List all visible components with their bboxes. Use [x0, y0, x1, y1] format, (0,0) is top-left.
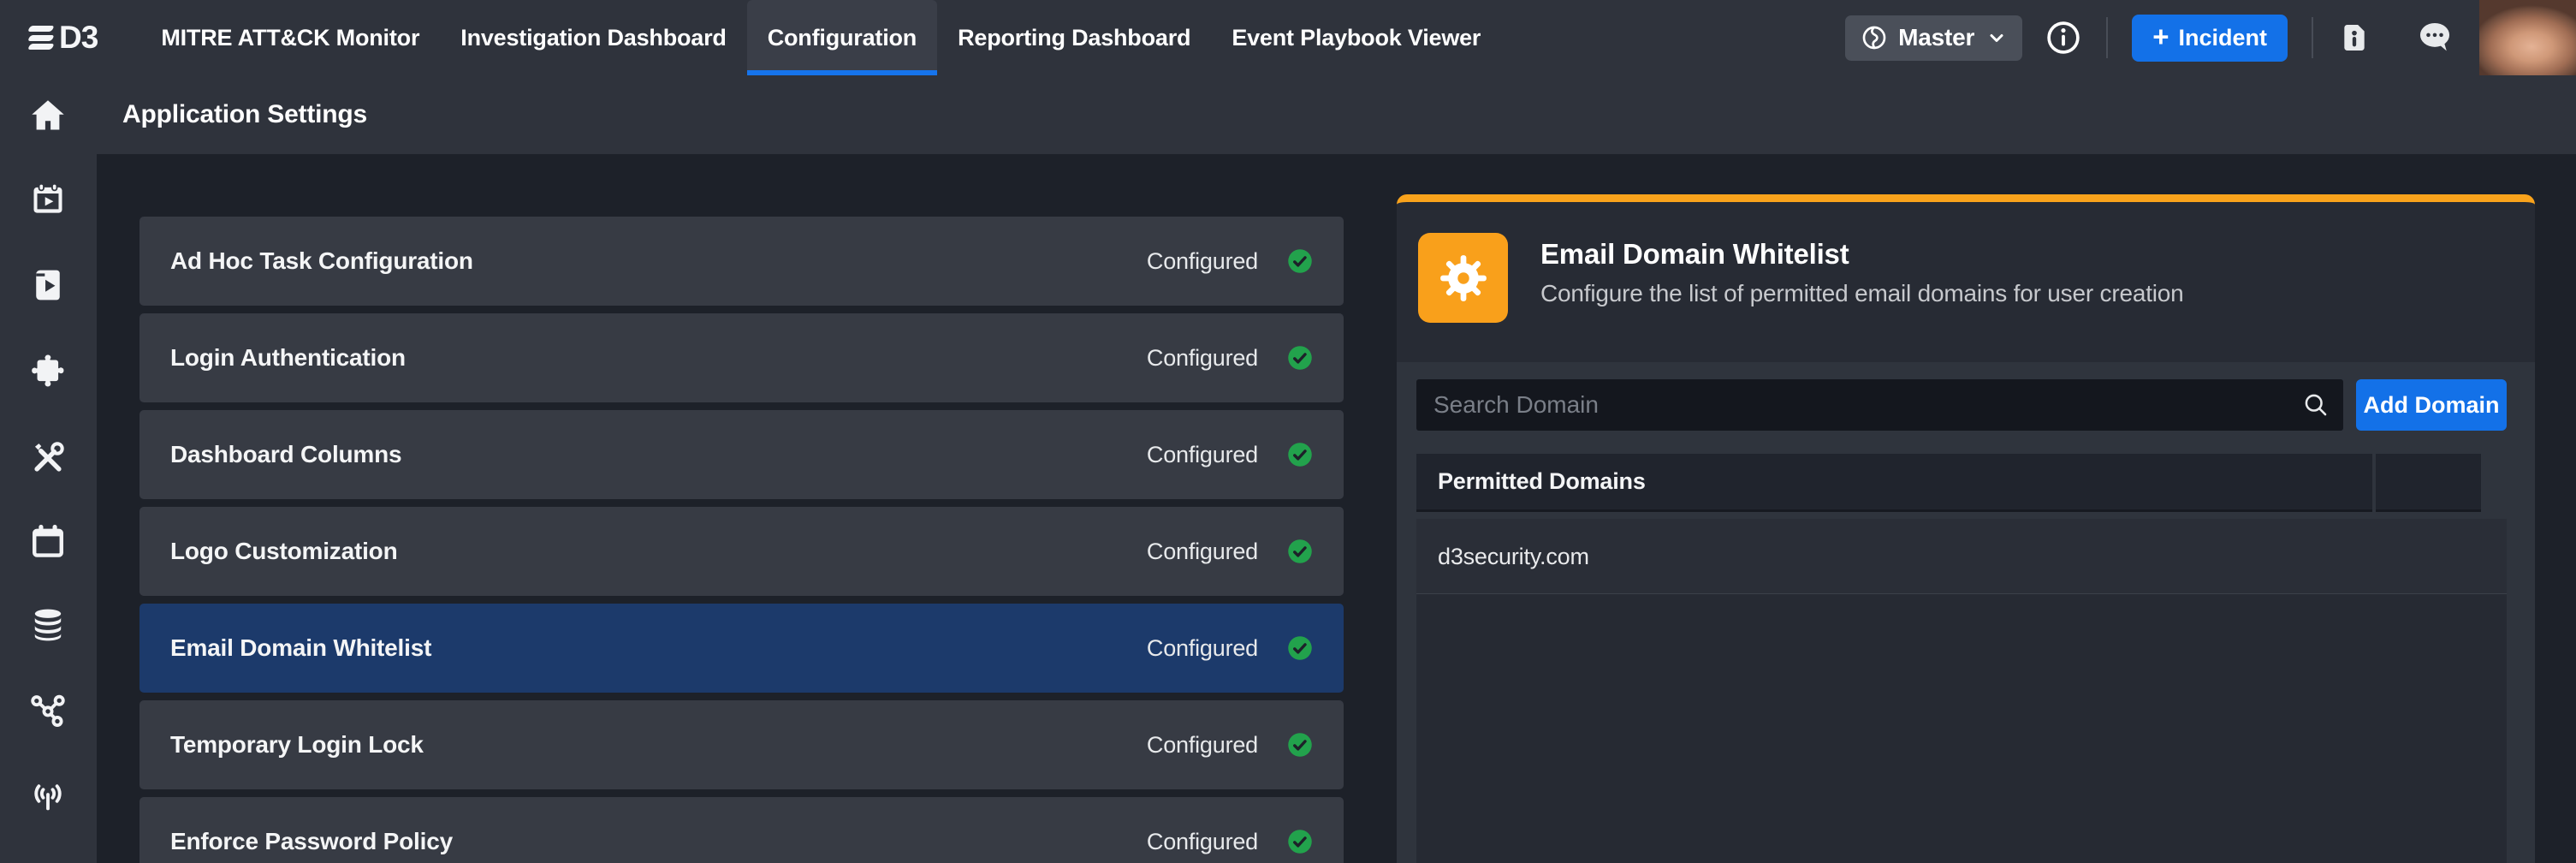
- divider: [2312, 17, 2313, 58]
- d3-logo-bars-icon: [29, 26, 53, 50]
- panel-body: Add Domain Permitted Domains d3security.…: [1397, 362, 2535, 863]
- sidebar-share-nodes-icon[interactable]: [28, 691, 68, 730]
- configured-check-icon: [1287, 829, 1313, 854]
- settings-row-label: Temporary Login Lock: [170, 731, 1147, 759]
- d3-logo[interactable]: D3: [29, 20, 98, 56]
- sidebar-integrations-icon[interactable]: [28, 351, 68, 390]
- gear-badge: [1418, 233, 1508, 323]
- settings-row-login-authentication[interactable]: Login Authentication Configured: [139, 313, 1344, 402]
- nav-event-playbook-viewer[interactable]: Event Playbook Viewer: [1211, 0, 1501, 75]
- gear-icon: [1437, 252, 1490, 305]
- top-bar-right: Master + Incident: [1845, 0, 2576, 75]
- sidebar-playbook-icon[interactable]: [28, 265, 68, 305]
- configured-check-icon: [1287, 442, 1313, 467]
- settings-row-status: Configured: [1147, 539, 1258, 565]
- top-nav: MITRE ATT&CK Monitor Investigation Dashb…: [140, 0, 1501, 75]
- info-button[interactable]: [2045, 19, 2082, 57]
- new-incident-button[interactable]: + Incident: [2132, 15, 2288, 62]
- search-wrap: [1416, 379, 2343, 431]
- settings-row-status: Configured: [1147, 442, 1258, 468]
- email-domain-whitelist-panel: Email Domain Whitelist Configure the lis…: [1397, 194, 2535, 863]
- content-area: Ad Hoc Task Configuration Configured Log…: [97, 154, 2576, 863]
- column-header-actions: [2376, 454, 2481, 512]
- nav-mitre-attack-monitor[interactable]: MITRE ATT&CK Monitor: [140, 0, 440, 75]
- settings-row-label: Login Authentication: [170, 344, 1147, 372]
- sidebar: [0, 75, 97, 863]
- sidebar-calendar-icon[interactable]: [28, 522, 68, 562]
- table-header: Permitted Domains: [1416, 454, 2481, 512]
- info-document-icon: [2337, 21, 2371, 55]
- table-empty-area: [1416, 594, 2507, 863]
- chat-button[interactable]: [2416, 19, 2454, 57]
- configured-check-icon: [1287, 345, 1313, 371]
- search-row: Add Domain: [1416, 379, 2507, 431]
- release-notes-button[interactable]: [2337, 21, 2371, 55]
- sidebar-home-icon[interactable]: [28, 96, 68, 135]
- configured-check-icon: [1287, 635, 1313, 661]
- settings-row-label: Logo Customization: [170, 538, 1147, 565]
- settings-row-label: Dashboard Columns: [170, 441, 1147, 468]
- tenant-selector[interactable]: Master: [1845, 15, 2022, 61]
- panel-description: Configure the list of permitted email do…: [1540, 277, 2184, 309]
- search-icon: [2302, 391, 2330, 419]
- settings-row-status: Configured: [1147, 732, 1258, 759]
- panel-header: Email Domain Whitelist Configure the lis…: [1397, 202, 2535, 362]
- settings-row-status: Configured: [1147, 635, 1258, 662]
- tenant-label: Master: [1898, 24, 1974, 51]
- permitted-domains-table: Permitted Domains d3security.com: [1416, 454, 2507, 863]
- settings-row-temporary-login-lock[interactable]: Temporary Login Lock Configured: [139, 700, 1344, 789]
- settings-row-status: Configured: [1147, 829, 1258, 855]
- sidebar-database-icon[interactable]: [28, 605, 68, 645]
- page-header: Application Settings: [97, 75, 2576, 154]
- add-domain-button[interactable]: Add Domain: [2356, 379, 2507, 431]
- globe-icon: [1861, 24, 1888, 51]
- panel-header-text: Email Domain Whitelist Configure the lis…: [1540, 233, 2184, 362]
- divider: [2106, 17, 2108, 58]
- settings-row-label: Enforce Password Policy: [170, 828, 1147, 855]
- settings-row-logo-customization[interactable]: Logo Customization Configured: [139, 507, 1344, 596]
- plus-icon: +: [2152, 22, 2169, 54]
- settings-row-dashboard-columns[interactable]: Dashboard Columns Configured: [139, 410, 1344, 499]
- sidebar-calendar-play-icon[interactable]: [28, 180, 68, 219]
- configured-check-icon: [1287, 539, 1313, 564]
- settings-row-label: Email Domain Whitelist: [170, 634, 1147, 662]
- user-avatar[interactable]: [2479, 0, 2576, 75]
- settings-row-ad-hoc-task-configuration[interactable]: Ad Hoc Task Configuration Configured: [139, 217, 1344, 306]
- d3-logo-text: D3: [59, 20, 98, 56]
- info-icon: [2045, 19, 2082, 57]
- search-domain-input[interactable]: [1416, 379, 2343, 431]
- configured-check-icon: [1287, 732, 1313, 758]
- settings-row-status: Configured: [1147, 345, 1258, 372]
- chevron-down-icon: [1986, 27, 2007, 48]
- chat-bubble-icon: [2416, 19, 2454, 57]
- domain-row[interactable]: d3security.com: [1416, 519, 2507, 594]
- nav-configuration[interactable]: Configuration: [747, 0, 937, 75]
- table-rows: d3security.com: [1416, 519, 2507, 594]
- configured-check-icon: [1287, 248, 1313, 274]
- sidebar-broadcast-icon[interactable]: [28, 774, 68, 813]
- nav-reporting-dashboard[interactable]: Reporting Dashboard: [937, 0, 1211, 75]
- settings-row-enforce-password-policy[interactable]: Enforce Password Policy Configured: [139, 797, 1344, 863]
- top-bar: D3 MITRE ATT&CK Monitor Investigation Da…: [0, 0, 2576, 75]
- sidebar-tools-icon[interactable]: [28, 438, 68, 478]
- settings-row-status: Configured: [1147, 248, 1258, 275]
- page-title: Application Settings: [97, 75, 2576, 154]
- settings-row-label: Ad Hoc Task Configuration: [170, 247, 1147, 275]
- application-settings-list: Ad Hoc Task Configuration Configured Log…: [139, 217, 1344, 863]
- panel-title: Email Domain Whitelist: [1540, 238, 2184, 271]
- settings-row-email-domain-whitelist[interactable]: Email Domain Whitelist Configured: [139, 604, 1344, 693]
- nav-investigation-dashboard[interactable]: Investigation Dashboard: [440, 0, 746, 75]
- column-header-permitted-domains: Permitted Domains: [1416, 454, 2372, 512]
